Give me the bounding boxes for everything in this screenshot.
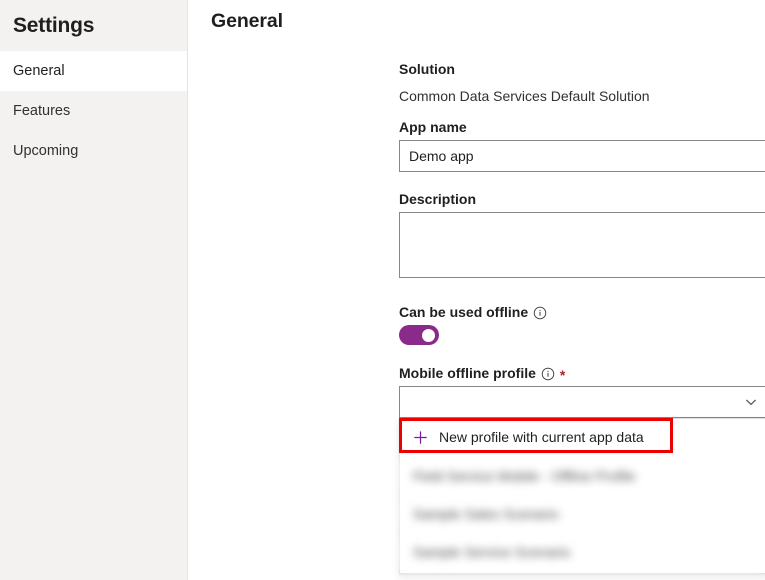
sidebar-item-general[interactable]: General <box>0 51 187 91</box>
offline-toggle-label: Can be used offline <box>399 303 547 321</box>
solution-label: Solution <box>399 60 455 78</box>
menu-item-profile-option[interactable]: Sample Sales Scenario <box>400 495 765 533</box>
info-icon[interactable] <box>541 367 555 381</box>
sidebar-nav: General Features Upcoming <box>0 51 187 171</box>
mobile-offline-profile-combo-wrap <box>399 386 765 418</box>
sidebar-item-label: General <box>13 63 65 79</box>
description-field-wrap <box>399 212 765 278</box>
sidebar-item-features[interactable]: Features <box>0 91 187 131</box>
menu-item-profile-option[interactable]: Field Service Mobile - Offline Profile <box>400 457 765 495</box>
menu-item-label: Sample Sales Scenario <box>413 506 559 522</box>
offline-toggle-label-text: Can be used offline <box>399 303 528 321</box>
menu-item-label: Sample Service Scenario <box>413 544 570 560</box>
app-name-input[interactable] <box>399 140 765 172</box>
sidebar-title: Settings <box>0 0 187 41</box>
description-textarea[interactable] <box>399 212 765 278</box>
required-asterisk: * <box>560 368 565 382</box>
settings-window: Settings General Features Upcoming Gener… <box>0 0 765 580</box>
menu-item-profile-option[interactable]: Sample Service Scenario <box>400 533 765 571</box>
app-name-field-wrap <box>399 140 765 172</box>
sidebar-item-upcoming[interactable]: Upcoming <box>0 131 187 171</box>
info-icon[interactable] <box>533 306 547 320</box>
sidebar-item-label: Features <box>13 103 70 119</box>
mobile-offline-profile-label: Mobile offline profile * <box>399 364 565 382</box>
app-name-label-text: App name <box>399 118 467 136</box>
mobile-offline-profile-label-text: Mobile offline profile <box>399 364 536 382</box>
solution-label-text: Solution <box>399 60 455 78</box>
menu-bottom-pad <box>400 571 765 573</box>
general-settings-panel: General Solution Common Data Services De… <box>188 0 765 580</box>
offline-toggle-wrap <box>399 325 439 345</box>
menu-item-new-profile[interactable]: New profile with current app data <box>400 419 765 455</box>
sidebar-item-label: Upcoming <box>13 143 78 159</box>
offline-toggle[interactable] <box>399 325 439 345</box>
app-name-label: App name <box>399 118 467 136</box>
mobile-offline-profile-combobox[interactable] <box>399 386 765 418</box>
toggle-knob <box>422 329 435 342</box>
chevron-down-icon[interactable] <box>736 396 765 408</box>
menu-item-label: Field Service Mobile - Offline Profile <box>413 468 635 484</box>
page-title: General <box>211 7 765 35</box>
solution-value: Common Data Services Default Solution <box>399 86 650 106</box>
description-label-text: Description <box>399 190 476 208</box>
menu-item-label: New profile with current app data <box>439 429 644 445</box>
mobile-offline-profile-dropdown: New profile with current app data Field … <box>399 418 765 574</box>
plus-icon <box>413 430 428 445</box>
description-label: Description <box>399 190 476 208</box>
settings-sidebar: Settings General Features Upcoming <box>0 0 188 580</box>
